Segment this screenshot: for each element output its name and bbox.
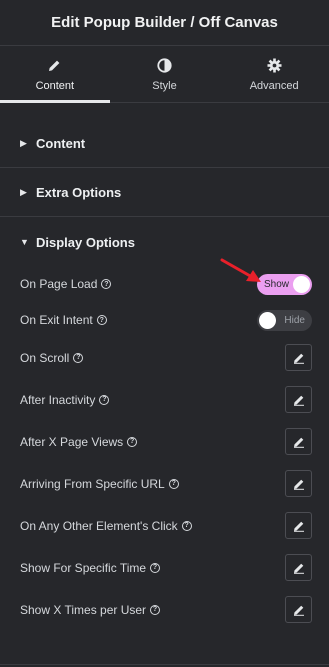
section-extra-options-toggle[interactable]: ▶ Extra Options [0, 169, 329, 217]
on-page-load-toggle[interactable]: Show [257, 273, 312, 295]
edit-button[interactable] [285, 386, 312, 413]
pencil-icon [293, 479, 304, 490]
edit-button[interactable] [285, 512, 312, 539]
display-option-row: On Any Other Element's Click? [20, 512, 312, 539]
toggle-knob [259, 311, 276, 329]
on-page-load-label: On Page Load [20, 277, 98, 291]
caret-right-icon: ▶ [20, 187, 27, 197]
edit-button[interactable] [285, 596, 312, 623]
panel-tabs: Content Style Advanced [0, 46, 329, 103]
help-icon[interactable]: ? [168, 478, 179, 489]
panel-header: Edit Popup Builder / Off Canvas [0, 0, 329, 46]
edit-button[interactable] [285, 470, 312, 497]
edit-button[interactable] [285, 428, 312, 455]
pencil-icon [293, 521, 304, 532]
on-exit-intent-label: On Exit Intent [20, 313, 93, 327]
help-icon[interactable]: ? [181, 520, 192, 531]
on-exit-intent-toggle[interactable]: Hide [257, 309, 312, 331]
pencil-icon [48, 57, 61, 75]
help-icon[interactable]: ? [101, 279, 112, 289]
pencil-icon [293, 605, 304, 616]
pencil-icon [293, 353, 304, 364]
on-exit-intent-row: On Exit Intent ? Hide [20, 309, 312, 331]
display-option-label: After X Page Views [20, 434, 124, 449]
section-content-toggle[interactable]: ▶ Content [0, 120, 329, 168]
section-extra-options-label: Extra Options [36, 185, 122, 200]
display-option-row: Show X Times per User? [20, 596, 312, 623]
section-display-options-toggle[interactable]: ▼ Display Options [0, 218, 329, 266]
display-option-row: After X Page Views? [20, 428, 312, 455]
pencil-icon [293, 395, 304, 406]
section-content-label: Content [36, 136, 86, 151]
edit-button[interactable] [285, 344, 312, 371]
help-icon[interactable]: ? [150, 562, 161, 573]
toggle-state-label: Hide [284, 314, 305, 326]
tab-content[interactable]: Content [0, 46, 110, 103]
help-icon[interactable]: ? [73, 352, 84, 363]
gear-icon [267, 57, 282, 75]
display-option-row: Arriving From Specific URL? [20, 470, 312, 497]
section-display-options-label: Display Options [36, 234, 135, 250]
tab-advanced[interactable]: Advanced [219, 46, 329, 102]
tab-advanced-label: Advanced [249, 79, 299, 92]
display-option-label: After Inactivity [20, 392, 96, 407]
display-option-row: Show For Specific Time? [20, 554, 312, 581]
half-circle-icon [157, 57, 172, 75]
annotation-arrow-icon [220, 258, 261, 282]
caret-right-icon: ▶ [20, 138, 27, 148]
display-option-label: On Any Other Element's Click [20, 518, 178, 533]
display-option-label: Show For Specific Time [20, 560, 147, 575]
caret-down-icon: ▼ [20, 237, 29, 247]
tab-style-label: Style [152, 79, 177, 92]
tab-content-label: Content [35, 79, 75, 92]
help-icon[interactable]: ? [127, 436, 138, 447]
pencil-icon [293, 437, 304, 448]
tab-style[interactable]: Style [110, 46, 220, 102]
on-page-load-row: On Page Load ? Show [20, 273, 312, 295]
edit-button[interactable] [285, 554, 312, 581]
display-option-label: Arriving From Specific URL [20, 476, 165, 491]
help-icon[interactable]: ? [150, 604, 161, 615]
help-icon[interactable]: ? [99, 394, 110, 405]
display-option-row: After Inactivity? [20, 386, 312, 413]
display-option-label: Show X Times per User [20, 602, 147, 617]
pencil-icon [293, 563, 304, 574]
toggle-state-label: Show [264, 278, 290, 290]
display-option-row: On Scroll? [20, 344, 312, 371]
display-option-label: On Scroll [20, 350, 70, 365]
panel-title: Edit Popup Builder / Off Canvas [51, 14, 278, 31]
help-icon[interactable]: ? [96, 315, 107, 325]
toggle-knob [293, 275, 310, 293]
divider [0, 664, 329, 665]
